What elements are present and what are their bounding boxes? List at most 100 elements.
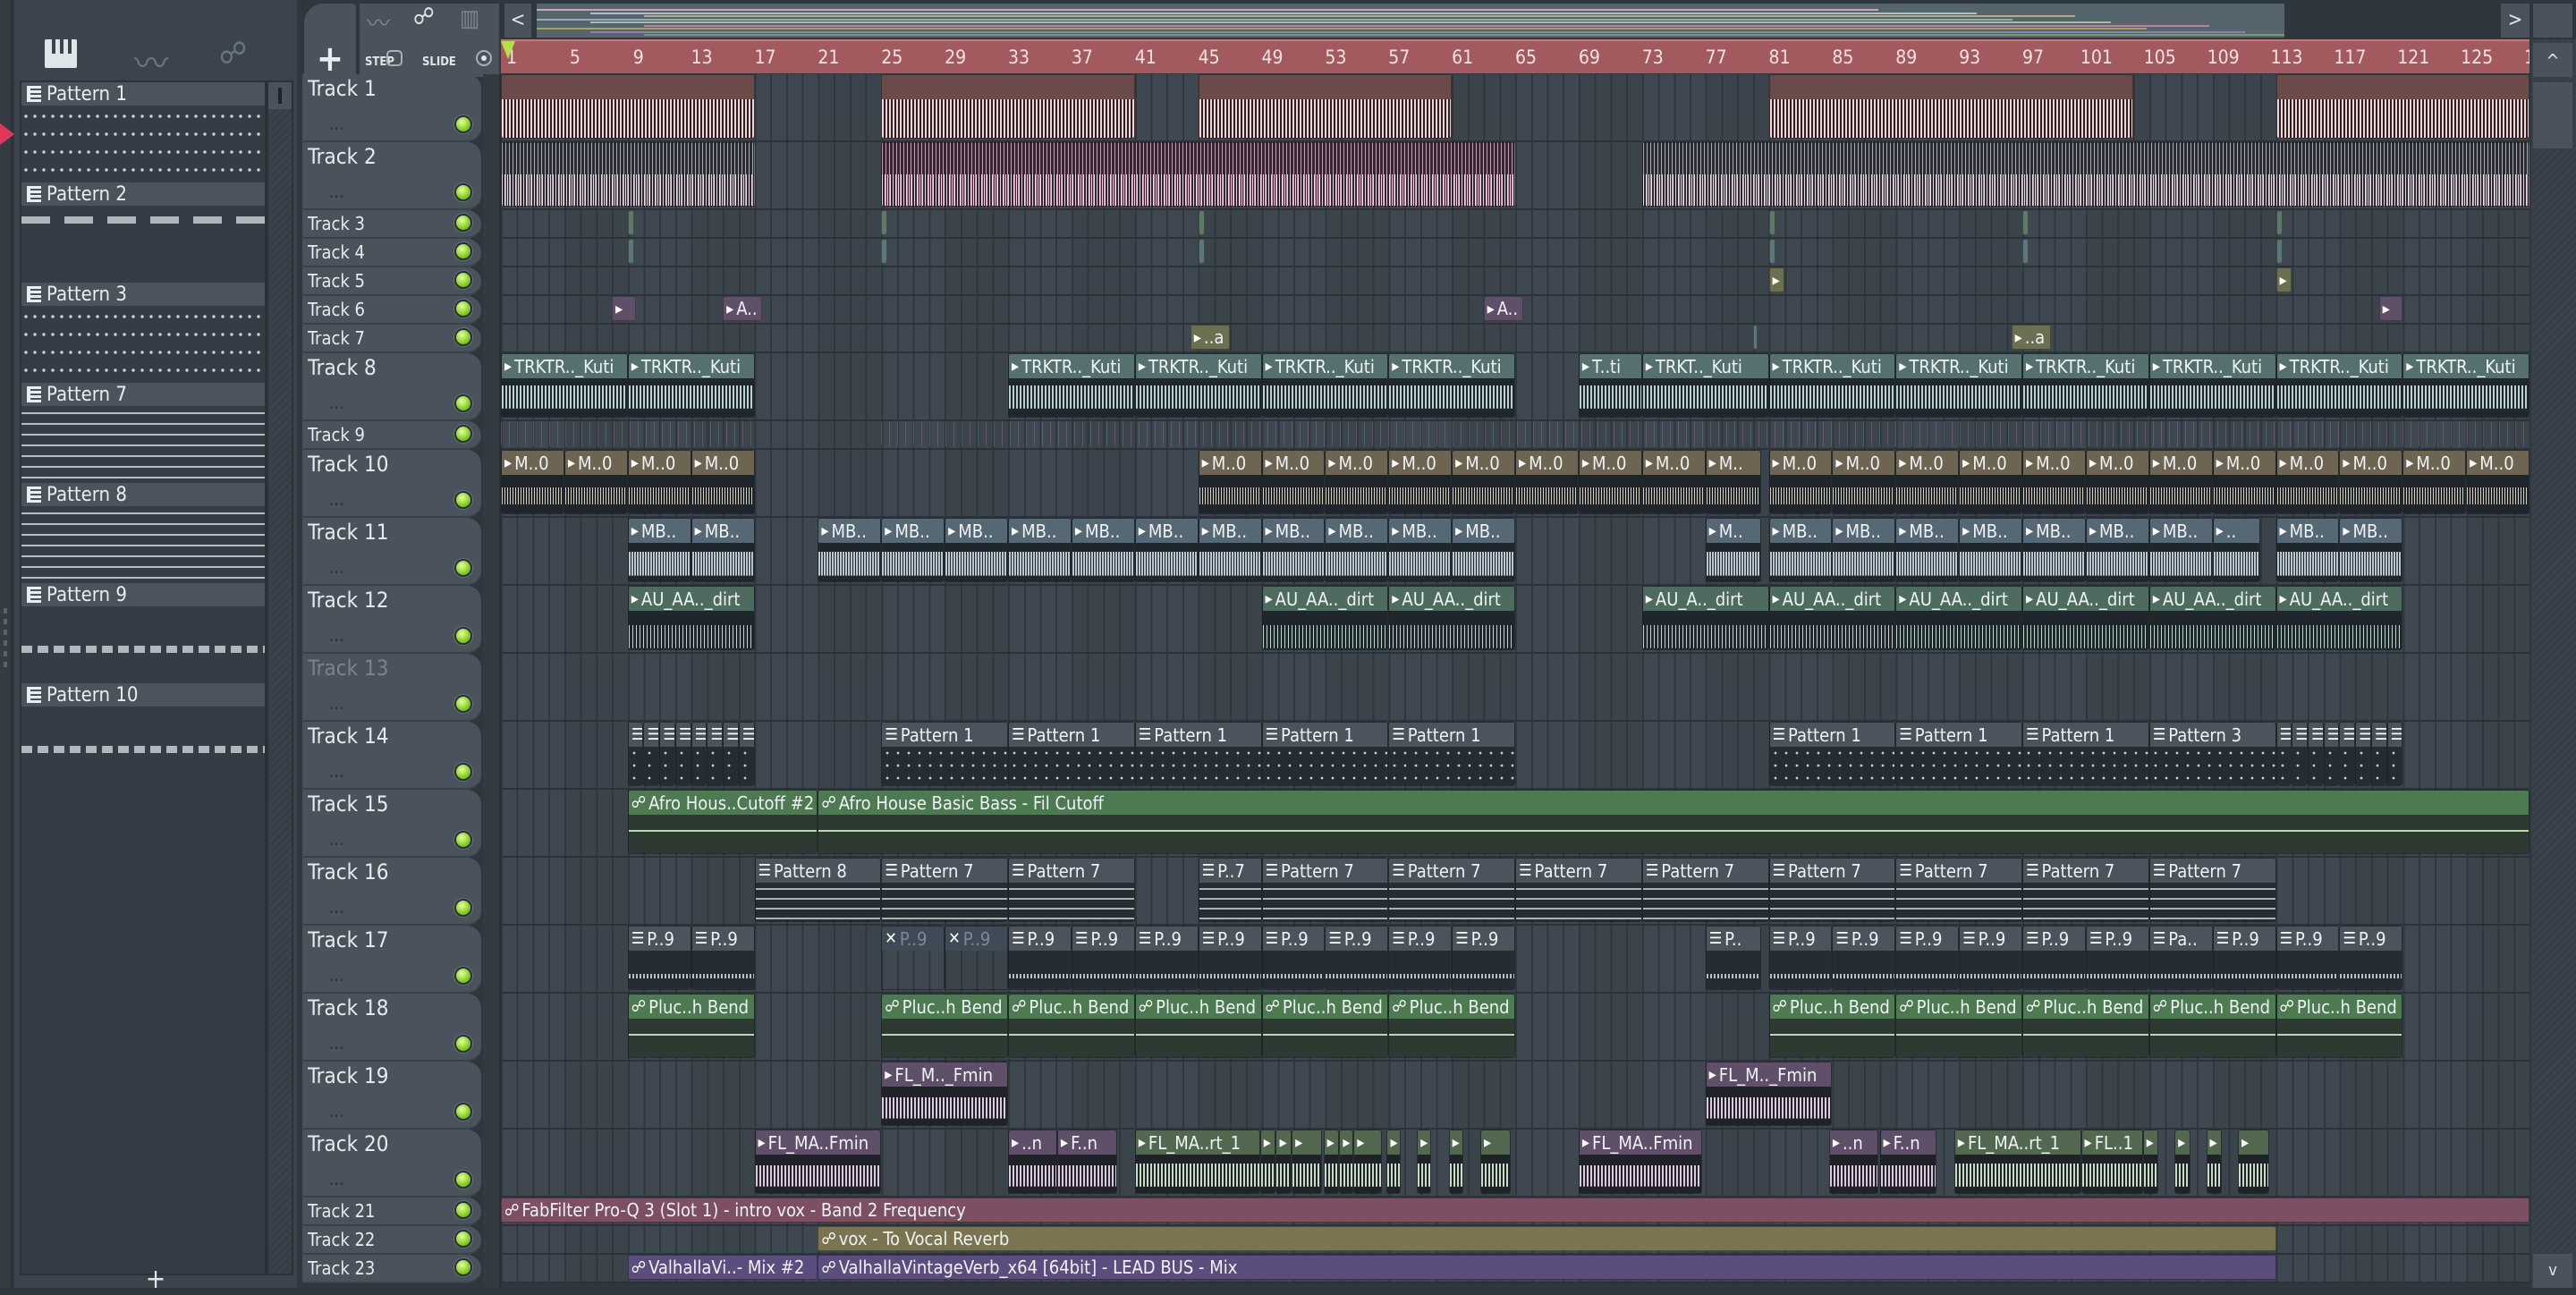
playlist-clip[interactable]: ▸ TRKTR.._Kuti [1768, 353, 1896, 418]
clip-header[interactable]: ▸ MB.. [2276, 519, 2339, 543]
playlist-clip[interactable]: ▸ [1353, 1130, 1383, 1194]
clip-header[interactable]: ✕ P..9 [945, 927, 1007, 951]
clip-header[interactable]: ▸ FL_MA..Fmin [1579, 1130, 1702, 1155]
playlist-clip[interactable]: ☰ Pattern 8 [754, 858, 882, 922]
clip-header[interactable]: ▸ FL_MA..Fmin [755, 1130, 881, 1155]
playlist-clip[interactable]: ☰ Pattern 1 [1388, 722, 1515, 786]
playlist-clip[interactable]: ☰ Pattern 1 [1134, 722, 1262, 786]
clip-header[interactable]: ☍ Afro House Basic Bass - Fil Cutoff [818, 791, 2529, 815]
playlist-clip[interactable]: ▸ AU_AA.._dirt [1388, 586, 1515, 650]
scroll-up-button[interactable]: ^ [2533, 43, 2572, 77]
clip-header[interactable]: ☰ Pattern 3 [2149, 723, 2275, 747]
pattern-item-header[interactable]: Pattern 9 [21, 583, 265, 606]
track-name[interactable]: Track 18 [308, 995, 388, 1020]
clip-header[interactable]: ☍ Pluc..h Bend [2276, 995, 2402, 1019]
track-name[interactable]: Track 6 [308, 299, 365, 320]
clip-header[interactable]: ▸ M..0 [1389, 451, 1452, 475]
playlist-clip[interactable] [1198, 210, 1205, 235]
track-header[interactable]: Track 13... [302, 654, 481, 722]
clip-header[interactable]: ▸ MB.. [2086, 519, 2148, 543]
clip-header[interactable]: ☍ Pluc..h Bend [2023, 995, 2148, 1019]
clip-header[interactable]: ▸ AU_AA.._dirt [628, 587, 754, 611]
playlist-clip[interactable]: ▸ MB.. [2022, 518, 2086, 582]
clip-header[interactable]: ▸ TRKTR.._Kuti [1135, 354, 1261, 378]
step-toggle[interactable] [386, 50, 402, 66]
playlist-clip[interactable] [627, 239, 634, 264]
playlist-clip[interactable]: ▸ FL_MA..Fmin [1578, 1130, 1703, 1194]
playlist-clip[interactable]: ▸ MB.. [1388, 518, 1453, 582]
clip-header[interactable]: ☰ P..9 [1326, 927, 1388, 951]
playlist-clip[interactable] [1641, 142, 2529, 207]
track-name[interactable]: Track 23 [308, 1257, 375, 1279]
clip-header[interactable]: ☰ [2308, 723, 2323, 747]
track-header[interactable]: Track 12... [302, 586, 481, 654]
clip-header[interactable]: ☰ [724, 723, 738, 747]
playlist-clip[interactable]: ▸ [2237, 1130, 2270, 1194]
clip-header[interactable]: ▸ [1276, 1130, 1292, 1155]
clip-header[interactable]: ▸ MB.. [1262, 519, 1325, 543]
clip-header[interactable]: ▸ M..0 [1833, 451, 1895, 475]
clip-header[interactable]: ☰ Pattern 1 [1262, 723, 1388, 747]
track-lane[interactable]: ☍ FabFilter Pro-Q 3 (Slot 1) - intro vox … [501, 1198, 2529, 1226]
playlist-clip[interactable]: ▸ AU_AA.._dirt [2148, 586, 2276, 650]
playlist-clip[interactable]: ▸ M..0 [1578, 450, 1642, 514]
playlist-clip[interactable]: ▸ M..0 [1832, 450, 1896, 514]
playlist-clip[interactable]: ☰ P..9 [627, 926, 691, 990]
playlist-clip[interactable] [501, 74, 755, 139]
track-header[interactable]: Track 18... [302, 994, 481, 1062]
playlist-clip[interactable]: ☰ [723, 722, 739, 786]
playlist-clip[interactable]: ▸ MB.. [2275, 518, 2340, 582]
playlist-clip[interactable] [501, 142, 755, 207]
playlist-clip[interactable]: ☰ P..9 [691, 926, 755, 990]
playlist-clip[interactable]: ▸ [1417, 1130, 1432, 1194]
playlist-clip[interactable] [881, 74, 1135, 139]
playlist-clip[interactable]: ☍ Pluc..h Bend [881, 994, 1008, 1058]
track-menu-dots[interactable]: ... [329, 766, 344, 781]
playlist-clip[interactable]: ▸ [1768, 267, 1785, 292]
playlist-clip[interactable]: ▸ M..0 [2212, 450, 2276, 514]
slide-toggle[interactable] [476, 50, 492, 66]
clip-header[interactable]: ▸ [2238, 1130, 2269, 1155]
clip-header[interactable]: ▸ MB.. [1326, 519, 1388, 543]
playlist-clip[interactable]: ☰ Pattern 7 [881, 858, 1008, 922]
playlist-clip[interactable]: ▸ A.. [1483, 296, 1523, 321]
playlist-clip[interactable]: ☰ Pattern 7 [2022, 858, 2149, 922]
playlist-clip[interactable]: ☰ P..7 [1198, 858, 1262, 922]
clip-header[interactable]: ▸ F..n [1057, 1130, 1117, 1155]
playlist-clip[interactable]: ☰ P..9 [1198, 926, 1262, 990]
track-mute-led[interactable] [454, 1103, 472, 1121]
track-name[interactable]: Track 16 [308, 859, 388, 884]
clip-header[interactable]: ▸ AU_AA.._dirt [1389, 587, 1514, 611]
clip-header[interactable]: ☰ Pattern 7 [882, 859, 1007, 883]
clip-header[interactable]: ▸ AU_AA.._dirt [1896, 587, 2021, 611]
playlist-clip[interactable]: ▸ ..a [2011, 325, 2051, 350]
playlist-clip[interactable]: ☰ P..9 [1959, 926, 2022, 990]
track-header[interactable]: Track 14... [302, 722, 481, 790]
playlist-clip[interactable]: ▸ FL_M.._Fmin [1705, 1062, 1833, 1126]
playlist-clip[interactable]: ☍ Pluc..h Bend [1261, 994, 1389, 1058]
scroll-left-button[interactable]: < [504, 4, 531, 38]
clip-header[interactable]: ▸ M..0 [502, 451, 564, 475]
playlist-clip[interactable]: ☰ Pattern 1 [1895, 722, 2022, 786]
clip-header[interactable]: ▸ MB.. [1199, 519, 1261, 543]
playlist-clip[interactable]: ▸ M..0 [1768, 450, 1833, 514]
playlist-clip[interactable]: ☍ Pluc..h Bend [1895, 994, 2022, 1058]
clip-header[interactable]: ▸ MB.. [2340, 519, 2402, 543]
clip-header[interactable]: ☰ P..9 [2086, 927, 2148, 951]
pattern-item-header[interactable]: Pattern 8 [21, 483, 265, 506]
track-mute-led[interactable] [454, 115, 472, 133]
track-lane[interactable]: ▸ AU_AA.._dirt ▸ AU_AA.._dirt ▸ AU_AA.._dirt ▸… [501, 586, 2529, 654]
clip-header[interactable]: ▸ M..0 [2340, 451, 2402, 475]
clip-header[interactable]: ☰ P..9 [1262, 927, 1325, 951]
clip-header[interactable]: ▸ M..0 [1516, 451, 1578, 475]
track-lane[interactable]: ☍ Pluc..h Bend ☍ Pluc..h Bend ☍ Pluc..h Bend ☍… [501, 994, 2529, 1062]
clip-header[interactable]: ▸ MB.. [1389, 519, 1452, 543]
scroll-right-button[interactable]: > [2501, 4, 2529, 38]
clip-header[interactable]: ▸ AU_AA.._dirt [2023, 587, 2148, 611]
track-lane[interactable]: ☰☰☰☰☰☰☰☰☰Pattern 1☰Pattern 1☰Pattern 1☰P… [501, 722, 2529, 790]
track-menu-dots[interactable]: ... [329, 495, 344, 509]
track-name[interactable]: Track 9 [308, 424, 365, 445]
track-header[interactable]: Track 1... [302, 74, 481, 142]
playlist-clip[interactable]: ▸ [1259, 1130, 1276, 1194]
playlist-clip[interactable] [1198, 74, 1453, 139]
